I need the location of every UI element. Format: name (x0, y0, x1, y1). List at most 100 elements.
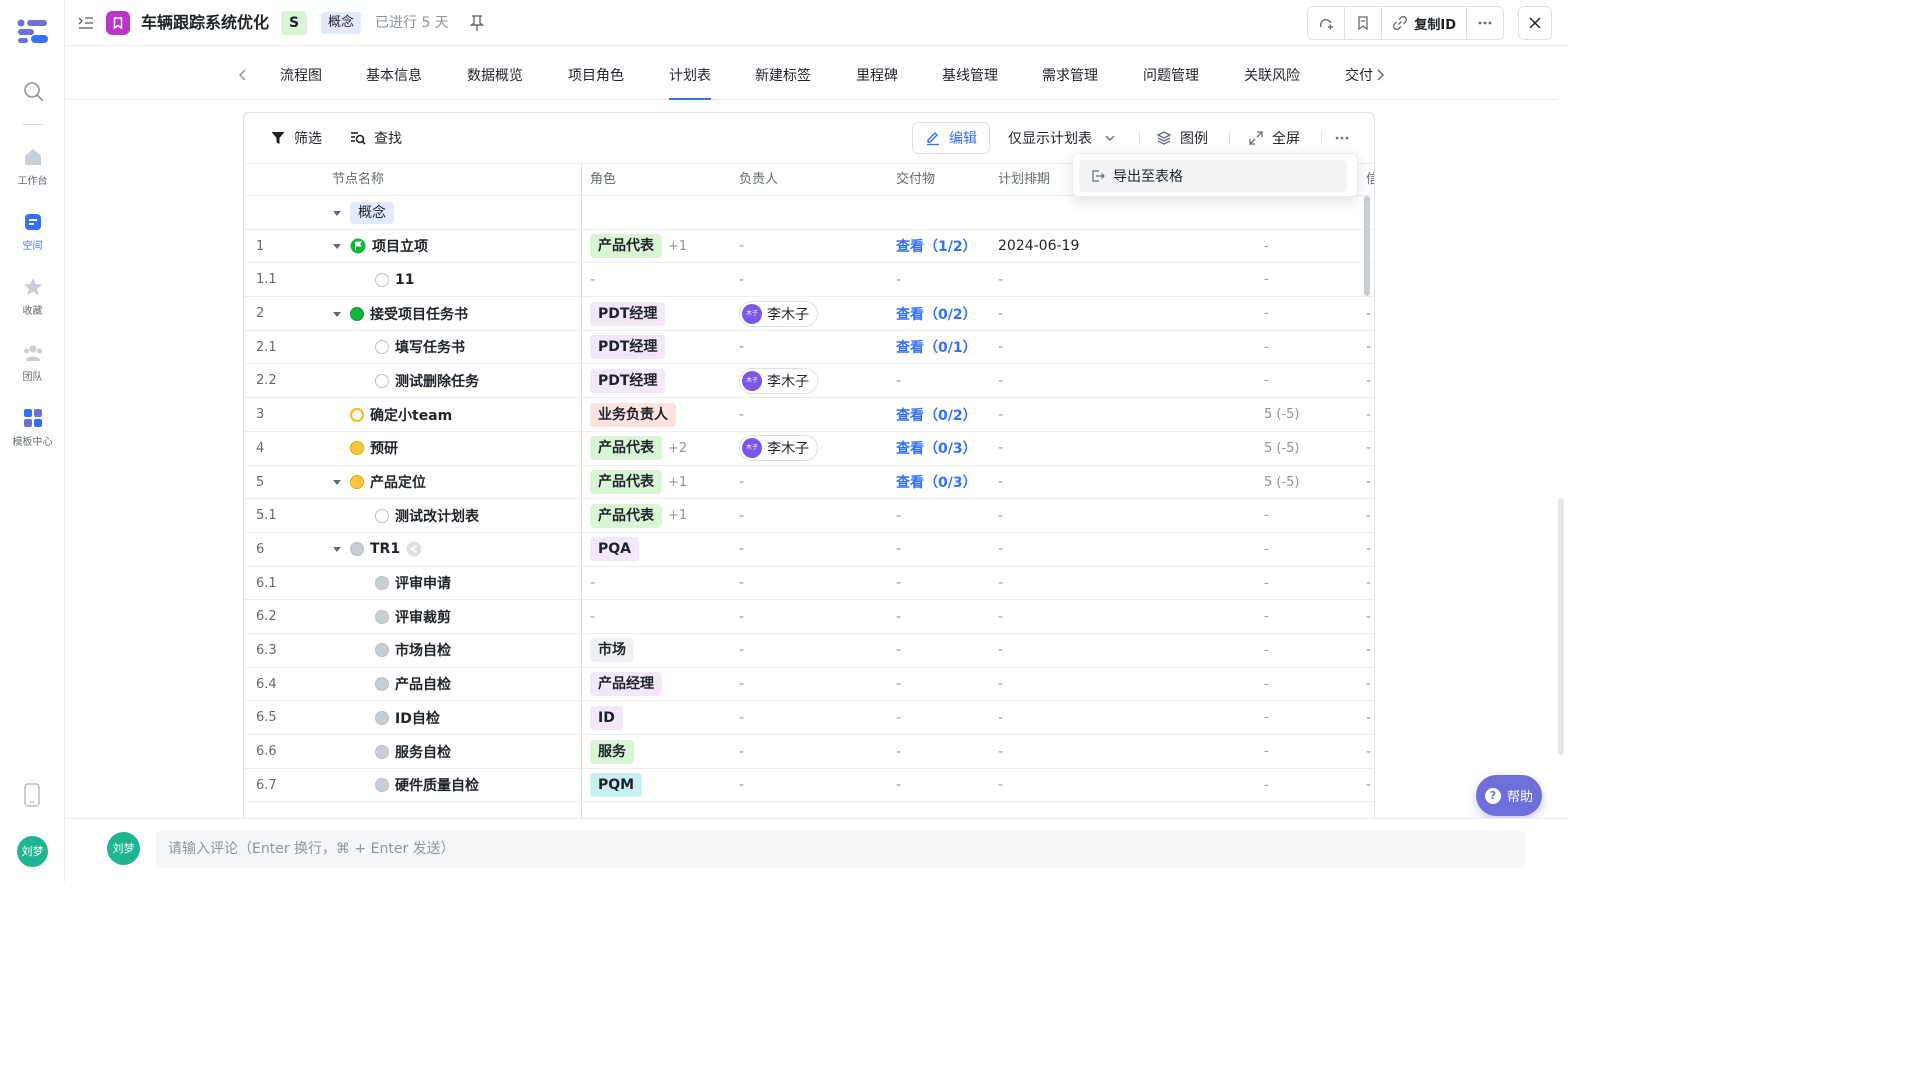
node-name[interactable]: 服务自检 (395, 742, 451, 762)
user-avatar[interactable]: 刘梦 (17, 836, 48, 867)
help-button[interactable]: ? 帮助 (1476, 775, 1542, 816)
fullscreen-button[interactable]: 全屏 (1248, 122, 1300, 154)
owner-cell[interactable]: - (739, 701, 744, 734)
owner-cell[interactable]: - (739, 331, 744, 364)
group-row[interactable]: 概念 (244, 196, 1374, 230)
table-row[interactable]: 5.1 测试改计划表 产品代表 +1 - - - - - (244, 499, 1374, 533)
tab-milestones[interactable]: 里程碑 (856, 52, 898, 100)
chevron-left-icon[interactable] (236, 68, 250, 82)
node-name[interactable]: 确定小team (370, 405, 452, 425)
table-row[interactable]: 2.2 测试删除任务 PDT经理 木子 李木子 - - - - (244, 364, 1374, 399)
comment-input[interactable]: 请输入评论（Enter 换行，⌘ + Enter 发送） (156, 830, 1525, 868)
caret-down-icon[interactable] (332, 241, 342, 251)
owner-cell[interactable]: - (739, 600, 744, 633)
chevron-right-icon[interactable] (1373, 68, 1387, 82)
collapse-sidebar-icon[interactable] (77, 14, 95, 32)
tab-plan[interactable]: 计划表 (669, 52, 711, 100)
schedule-cell[interactable]: - (998, 600, 1003, 633)
pin-icon[interactable] (469, 14, 485, 32)
owner-cell[interactable]: 木子 李木子 (739, 432, 818, 465)
owner-cell[interactable]: - (739, 634, 744, 667)
page-scrollbar[interactable] (1558, 498, 1564, 755)
deliverable-cell[interactable]: - (896, 533, 901, 566)
duration-cell[interactable]: - (1264, 297, 1269, 330)
duration-cell[interactable]: 5 (-5) (1264, 466, 1300, 499)
deliverable-cell[interactable]: - (896, 701, 901, 734)
close-button[interactable] (1518, 6, 1552, 40)
owner-cell[interactable]: - (739, 533, 744, 566)
role-cell[interactable]: PDT经理 (590, 297, 666, 330)
table-row[interactable]: 1.111------ (244, 263, 1374, 298)
schedule-cell[interactable]: - (998, 263, 1003, 296)
node-name[interactable]: 测试改计划表 (395, 506, 479, 526)
deliverable-cell[interactable]: - (896, 668, 901, 701)
edit-button[interactable]: 编辑 (912, 122, 990, 154)
tab-basic-info[interactable]: 基本信息 (366, 52, 422, 100)
role-cell[interactable]: ID (590, 701, 623, 734)
table-row[interactable]: 6.4 产品自检 产品经理 - - - - - (244, 668, 1374, 702)
duration-cell[interactable]: 5 (-5) (1264, 432, 1300, 465)
role-cell[interactable]: 产品经理 (590, 668, 662, 701)
table-row[interactable]: 4 预研 产品代表 +2 木子 李木子 查看（0/3） - 5 (-5) - (244, 432, 1374, 466)
role-cell[interactable]: PDT经理 (590, 331, 666, 364)
owner-cell[interactable]: - (739, 230, 744, 263)
table-scrollbar[interactable] (1364, 196, 1370, 296)
column-header-role[interactable]: 角色 (590, 164, 616, 196)
column-header-schedule[interactable]: 计划排期 (998, 164, 1050, 196)
owner-cell[interactable]: - (739, 668, 744, 701)
caret-down-icon[interactable] (332, 477, 342, 487)
role-cell[interactable]: - (590, 600, 595, 633)
owner-cell[interactable]: - (739, 466, 744, 499)
rail-item-templates[interactable]: 模板中心 (0, 407, 65, 448)
duration-cell[interactable]: 5 (-5) (1264, 398, 1300, 431)
view-mode-select[interactable]: 仅显示计划表 (1008, 122, 1118, 154)
table-row[interactable]: 6.6 服务自检 服务 - - - - - (244, 735, 1374, 769)
owner-cell[interactable]: - (739, 735, 744, 768)
schedule-cell[interactable]: - (998, 331, 1003, 364)
duration-cell[interactable]: - (1264, 600, 1269, 633)
role-cell[interactable]: 产品代表 +1 (590, 499, 687, 532)
schedule-cell[interactable]: - (998, 769, 1003, 802)
schedule-cell[interactable]: - (998, 668, 1003, 701)
node-name[interactable]: 产品自检 (395, 674, 451, 694)
deliverable-cell[interactable]: - (896, 769, 901, 802)
copy-id-button[interactable]: 复制ID (1382, 7, 1467, 39)
schedule-cell[interactable]: 2024-06-19 (998, 230, 1079, 263)
duration-cell[interactable]: - (1264, 331, 1269, 364)
deliverable-cell[interactable]: - (896, 263, 901, 296)
role-cell[interactable]: PQA (590, 533, 639, 566)
deliverable-cell[interactable]: - (896, 600, 901, 633)
table-row[interactable]: 1项目立项产品代表+1-查看（1/2）2024-06-19-- (244, 230, 1374, 264)
caret-down-icon[interactable] (332, 309, 342, 319)
owner-cell[interactable]: - (739, 499, 744, 532)
duration-cell[interactable]: - (1264, 567, 1269, 600)
owner-cell[interactable]: 木子 李木子 (739, 297, 818, 330)
role-cell[interactable]: PQM (590, 769, 643, 802)
deliverable-cell[interactable]: - (896, 634, 901, 667)
owner-cell[interactable]: 木子 李木子 (739, 364, 818, 397)
duration-cell[interactable]: - (1264, 769, 1269, 802)
duration-cell[interactable]: - (1264, 533, 1269, 566)
deliverable-link[interactable]: 查看（0/3） (896, 438, 977, 458)
deliverable-cell[interactable]: - (896, 364, 901, 397)
owner-cell[interactable]: - (739, 263, 744, 296)
schedule-cell[interactable]: - (998, 364, 1003, 397)
schedule-cell[interactable]: - (998, 533, 1003, 566)
app-logo-icon[interactable] (17, 19, 49, 45)
duration-cell[interactable]: - (1264, 263, 1269, 296)
legend-button[interactable]: 图例 (1156, 122, 1208, 154)
owner-chip[interactable]: 木子 李木子 (739, 300, 818, 327)
role-cell[interactable]: - (590, 567, 595, 600)
table-row[interactable]: 6 TR1 PQA - - - - - (244, 533, 1374, 567)
duration-cell[interactable]: - (1264, 364, 1269, 397)
rail-item-favorites[interactable]: 收藏 (0, 276, 65, 317)
node-name[interactable]: 预研 (370, 438, 398, 458)
schedule-cell[interactable]: - (998, 567, 1003, 600)
duration-cell[interactable]: - (1264, 230, 1269, 263)
schedule-cell[interactable]: - (998, 297, 1003, 330)
role-cell[interactable]: - (590, 263, 595, 296)
role-cell[interactable]: 市场 (590, 634, 634, 667)
schedule-cell[interactable]: - (998, 735, 1003, 768)
owner-cell[interactable]: - (739, 769, 744, 802)
deliverable-link[interactable]: 查看（0/2） (896, 405, 977, 425)
